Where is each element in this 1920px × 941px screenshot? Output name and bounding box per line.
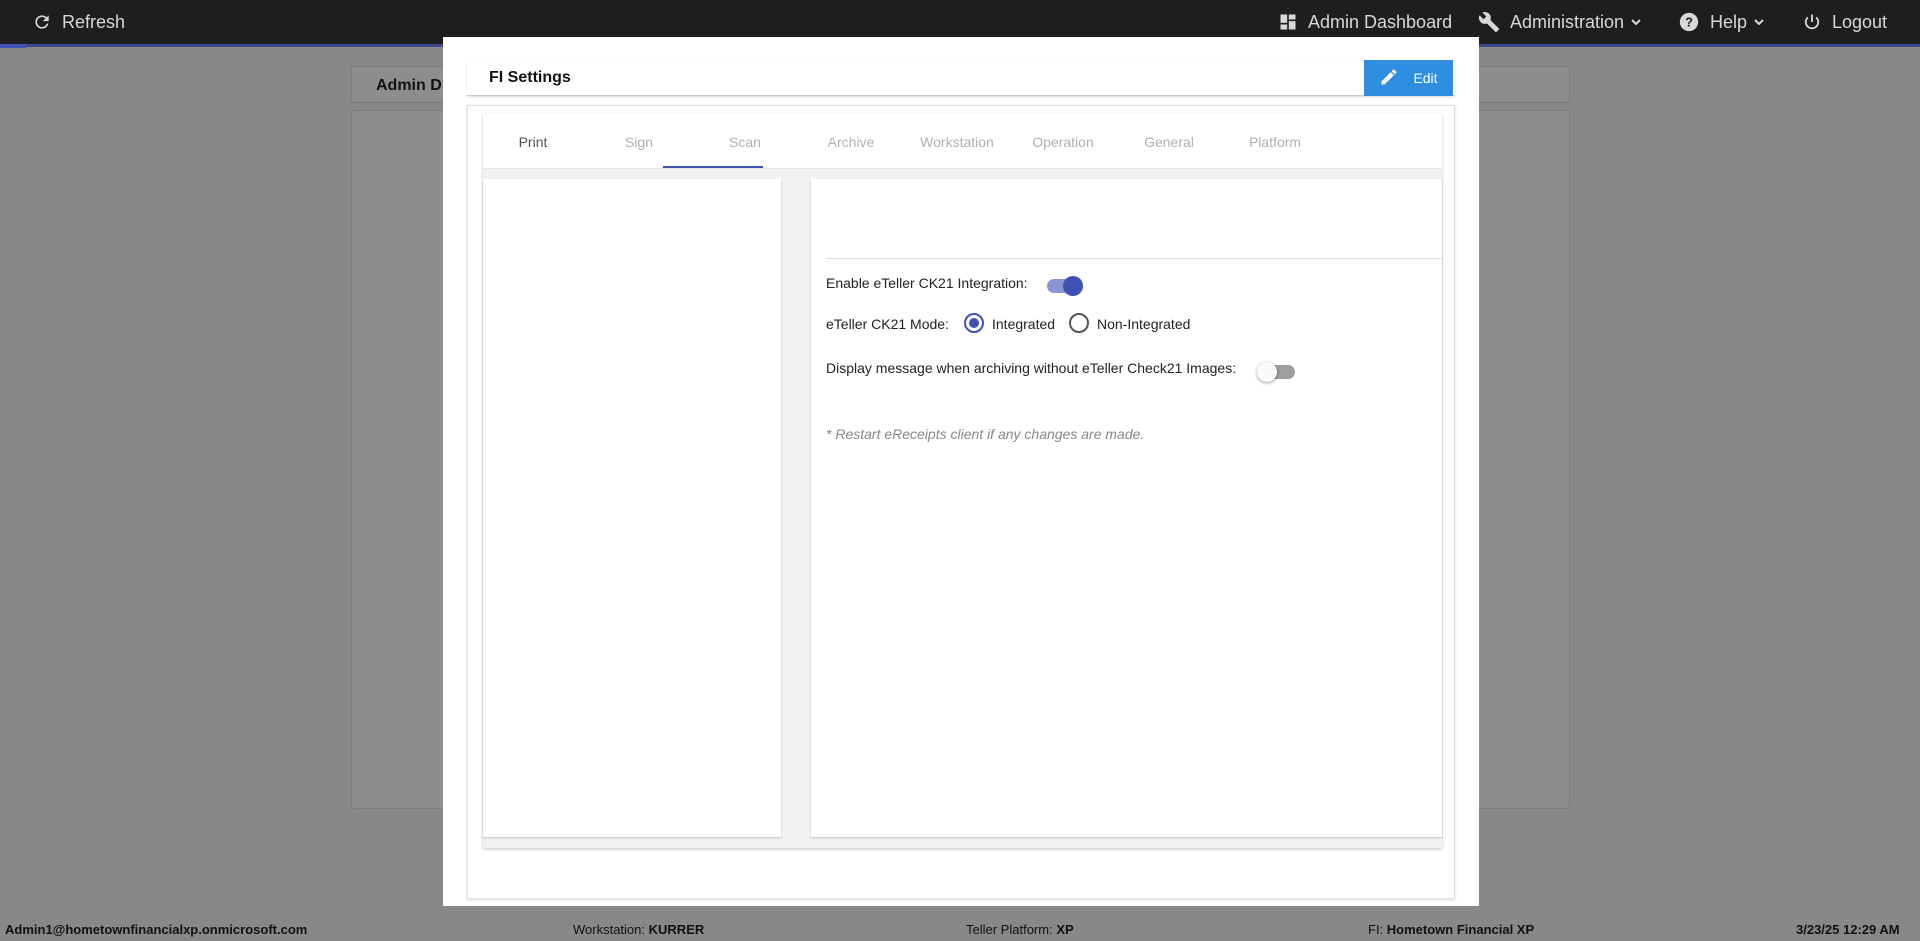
status-platform-label: Teller Platform: (966, 922, 1053, 937)
display-message-label: Display message when archiving without e… (826, 360, 1237, 376)
tab-archive[interactable]: Archive (801, 114, 901, 169)
power-icon (1802, 12, 1822, 32)
status-datetime: 3/23/25 12:29 AM (1796, 922, 1900, 937)
settings-tabs: Print Sign Scan Archive Workstation Oper… (483, 114, 1442, 169)
fi-settings-modal: FI Settings Edit Print Sign Scan Archive… (443, 37, 1479, 906)
refresh-label: Refresh (62, 11, 126, 32)
status-user: Admin1@hometownfinancialxp.onmicrosoft.c… (5, 922, 307, 937)
modal-header: FI Settings (467, 59, 1455, 96)
chevron-down-icon (1630, 16, 1642, 28)
administration-menu[interactable]: Administration (1478, 0, 1642, 44)
toggle-knob (1063, 276, 1083, 296)
integrated-radio[interactable] (964, 313, 984, 333)
enable-ck21-toggle[interactable] (1047, 275, 1087, 297)
tab-scan[interactable]: Scan (695, 114, 795, 169)
refresh-icon (32, 12, 52, 32)
dashboard-icon (1278, 12, 1298, 32)
tab-platform[interactable]: Platform (1225, 114, 1325, 169)
status-fi: FI: Hometown Financial XP (1368, 922, 1534, 937)
refresh-button[interactable]: Refresh (32, 0, 125, 44)
status-user-value: Admin1@hometownfinancialxp.onmicrosoft.c… (5, 922, 308, 937)
status-workstation-value: KURRER (648, 922, 705, 937)
status-fi-label: FI: (1368, 922, 1384, 937)
logout-button[interactable]: Logout (1802, 0, 1887, 44)
tab-operation[interactable]: Operation (1013, 114, 1113, 169)
status-datetime-value: 3/23/25 12:29 AM (1796, 922, 1900, 937)
tab-general[interactable]: General (1119, 114, 1219, 169)
pencil-icon (1379, 67, 1399, 90)
non-integrated-label: Non-Integrated (1097, 316, 1191, 332)
enable-ck21-label: Enable eTeller CK21 Integration: (826, 275, 1028, 291)
non-integrated-radio[interactable] (1069, 313, 1089, 333)
status-platform: Teller Platform: XP (966, 922, 1074, 937)
tab-print[interactable]: Print (483, 114, 583, 169)
ck21-mode-label: eTeller CK21 Mode: (826, 316, 949, 332)
logout-label: Logout (1832, 11, 1888, 32)
toggle-knob (1257, 362, 1277, 382)
integrated-label: Integrated (992, 316, 1056, 332)
status-bar: Admin1@hometownfinancialxp.onmicrosoft.c… (0, 916, 1920, 941)
section-divider (826, 258, 1442, 259)
modal-title: FI Settings (489, 69, 571, 86)
edit-label: Edit (1413, 70, 1438, 86)
status-fi-value: Hometown Financial XP (1386, 922, 1535, 937)
non-integrated-radio-option[interactable]: Non-Integrated (1069, 313, 1219, 335)
admin-dashboard-label: Admin Dashboard (1308, 11, 1453, 32)
svg-text:?: ? (1685, 15, 1693, 30)
display-message-toggle[interactable] (1257, 361, 1297, 383)
restart-note: * Restart eReceipts client if any change… (826, 426, 1145, 442)
tab-sign[interactable]: Sign (589, 114, 689, 169)
administration-label: Administration (1510, 11, 1625, 32)
active-tab-indicator (663, 166, 763, 168)
left-settings-panel (483, 179, 781, 837)
status-workstation-label: Workstation: (573, 922, 646, 937)
right-settings-panel: Enable eTeller CK21 Integration: eTeller… (811, 179, 1442, 837)
topbar-active-indicator (0, 44, 26, 48)
integrated-radio-option[interactable]: Integrated (964, 313, 1084, 335)
background-page-title: Admin D (376, 77, 442, 94)
tab-workstation[interactable]: Workstation (907, 114, 1007, 169)
settings-inner-card: Print Sign Scan Archive Workstation Oper… (483, 114, 1442, 848)
chevron-down-icon (1753, 16, 1765, 28)
help-label: Help (1710, 11, 1748, 32)
status-workstation: Workstation: KURRER (573, 922, 704, 937)
wrench-icon (1478, 11, 1500, 33)
edit-button[interactable]: Edit (1364, 60, 1453, 96)
status-platform-value: XP (1056, 922, 1074, 937)
help-menu[interactable]: ? Help (1678, 0, 1765, 44)
help-icon: ? (1678, 11, 1700, 33)
